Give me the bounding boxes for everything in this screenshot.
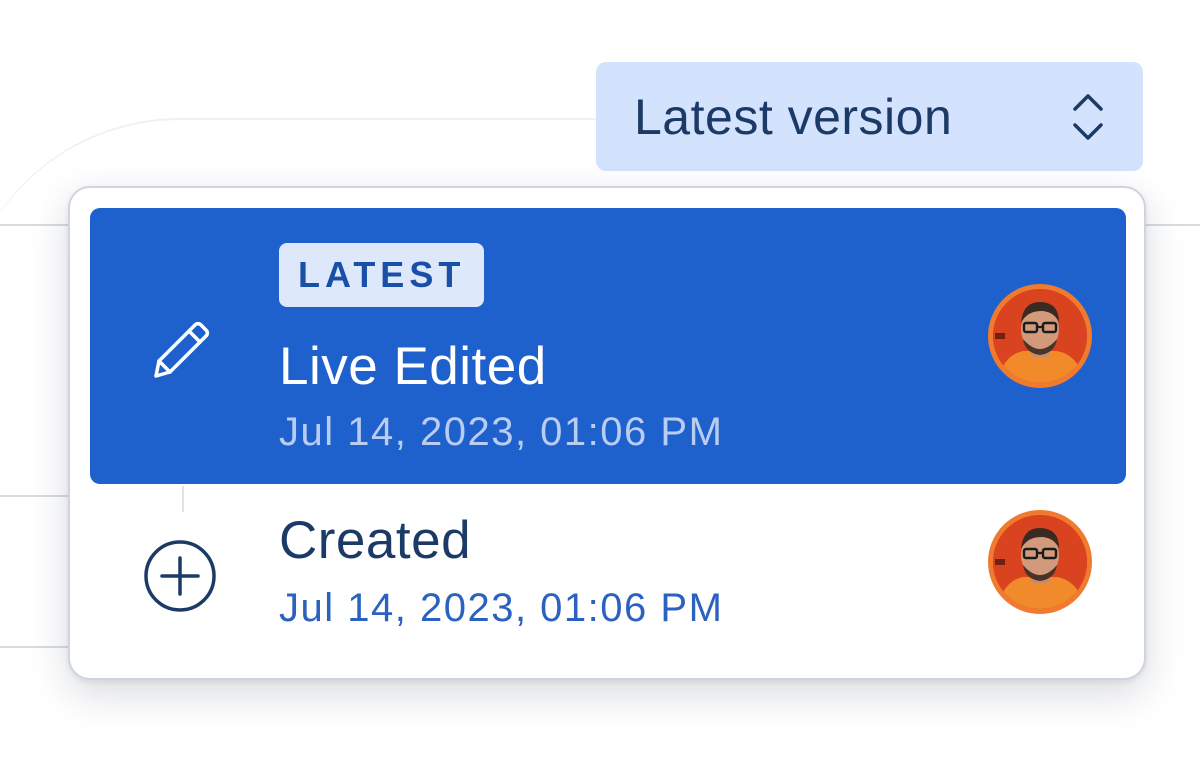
background-divider [0, 224, 72, 226]
version-select-label: Latest version [634, 88, 953, 145]
version-item-live-edited[interactable]: LATEST Live Edited Jul 14, 2023, 01:06 P… [90, 208, 1126, 484]
background-divider [0, 646, 72, 648]
user-avatar [988, 510, 1092, 614]
version-title: Created [279, 511, 472, 570]
user-avatar [988, 284, 1092, 388]
version-history-view: Latest version LATEST Live Edited Jul 14… [0, 0, 1200, 765]
version-title: Live Edited [279, 337, 547, 396]
pencil-icon [154, 321, 210, 378]
version-timestamp: Jul 14, 2023, 01:06 PM [279, 410, 724, 454]
background-divider [1140, 224, 1200, 226]
version-select-button[interactable]: Latest version [596, 62, 1143, 171]
chevron-up-down-icon [1073, 94, 1103, 140]
version-dropdown-menu: LATEST Live Edited Jul 14, 2023, 01:06 P… [68, 186, 1146, 680]
plus-circle-icon [144, 540, 216, 612]
latest-badge: LATEST [279, 243, 485, 307]
background-divider [0, 495, 72, 497]
version-item-created[interactable]: Created Jul 14, 2023, 01:06 PM [90, 486, 1126, 646]
version-timestamp: Jul 14, 2023, 01:06 PM [279, 586, 724, 630]
